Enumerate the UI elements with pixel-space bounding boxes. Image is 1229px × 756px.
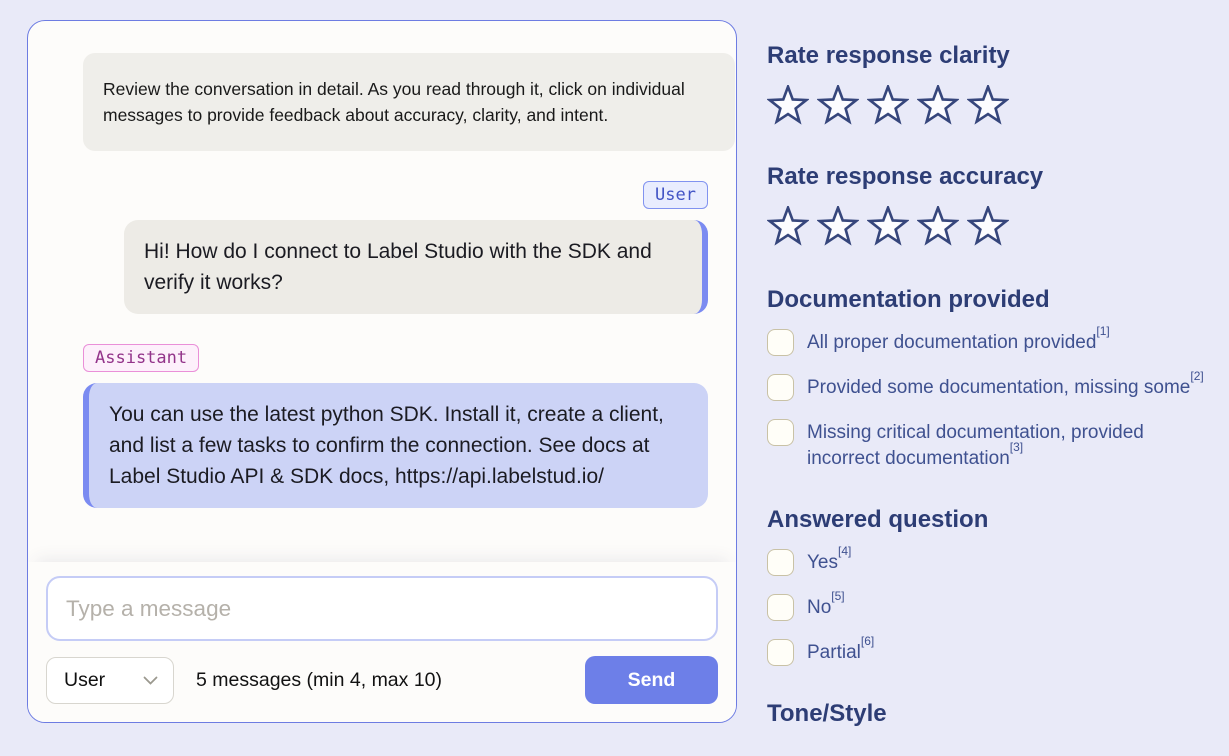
choice-group-title: Documentation provided — [767, 286, 1219, 313]
checkbox[interactable] — [767, 549, 794, 576]
star-icon[interactable] — [817, 206, 859, 248]
star-icon[interactable] — [917, 206, 959, 248]
star-icon[interactable] — [967, 206, 1009, 248]
message-role-badge: Assistant — [83, 344, 199, 372]
system-prompt: Review the conversation in detail. As yo… — [83, 53, 735, 151]
choice-option[interactable]: Missing critical documentation, provided… — [767, 419, 1219, 472]
chat-turn: User Hi! How do I connect to Label Studi… — [56, 181, 708, 314]
send-button[interactable]: Send — [585, 656, 718, 704]
message-count: 5 messages (min 4, max 10) — [196, 669, 442, 692]
choice-label: Yes[4] — [807, 549, 851, 576]
chat-message-list: Review the conversation in detail. As yo… — [28, 21, 736, 562]
checkbox[interactable] — [767, 639, 794, 666]
rating-sections: Rate response clarity Rate response accu… — [767, 42, 1219, 248]
choice-group: Tone/Style — [767, 700, 1219, 727]
star-icon[interactable] — [867, 206, 909, 248]
star-rating — [767, 206, 1219, 248]
rating-group: Rate response accuracy — [767, 163, 1219, 248]
choice-options: Yes[4] No[5] Partial[6] — [767, 549, 1219, 666]
choice-label: Partial[6] — [807, 639, 874, 666]
choice-label: No[5] — [807, 594, 845, 621]
role-select-value: User — [64, 669, 105, 692]
rating-title: Rate response accuracy — [767, 163, 1219, 190]
choice-label: All proper documentation provided[1] — [807, 329, 1110, 356]
rating-title: Rate response clarity — [767, 42, 1219, 69]
checkbox[interactable] — [767, 329, 794, 356]
annotation-panel: Rate response clarity Rate response accu… — [767, 42, 1219, 727]
checkbox[interactable] — [767, 419, 794, 446]
choice-option[interactable]: All proper documentation provided[1] — [767, 329, 1219, 356]
choice-option[interactable]: Provided some documentation, missing som… — [767, 374, 1219, 401]
chat-panel: Review the conversation in detail. As yo… — [27, 20, 737, 723]
choice-sections: Documentation provided All proper docume… — [767, 286, 1219, 727]
star-icon[interactable] — [917, 85, 959, 127]
composer-toolbar: User 5 messages (min 4, max 10) Send — [46, 656, 718, 704]
choice-group-title: Tone/Style — [767, 700, 1219, 727]
star-icon[interactable] — [967, 85, 1009, 127]
choice-option[interactable]: No[5] — [767, 594, 1219, 621]
checkbox[interactable] — [767, 594, 794, 621]
role-badge-row: Assistant — [83, 344, 708, 372]
choice-options: All proper documentation provided[1] Pro… — [767, 329, 1219, 472]
choice-group: Documentation provided All proper docume… — [767, 286, 1219, 472]
star-icon[interactable] — [817, 85, 859, 127]
role-badge-row: User — [56, 181, 708, 209]
star-icon[interactable] — [767, 206, 809, 248]
star-icon[interactable] — [867, 85, 909, 127]
checkbox[interactable] — [767, 374, 794, 401]
chevron-down-icon — [143, 676, 158, 685]
chat-turn: Assistant You can use the latest python … — [56, 344, 708, 508]
choice-option[interactable]: Yes[4] — [767, 549, 1219, 576]
composer: User 5 messages (min 4, max 10) Send — [28, 562, 736, 722]
choice-label: Provided some documentation, missing som… — [807, 374, 1204, 401]
choice-group: Answered question Yes[4] No[5] Partial[6… — [767, 506, 1219, 666]
labeling-workspace: Review the conversation in detail. As yo… — [0, 0, 1229, 756]
star-icon[interactable] — [767, 85, 809, 127]
chat-message-bubble[interactable]: You can use the latest python SDK. Insta… — [83, 383, 708, 508]
star-rating — [767, 85, 1219, 127]
message-role-badge: User — [643, 181, 708, 209]
rating-group: Rate response clarity — [767, 42, 1219, 127]
choice-option[interactable]: Partial[6] — [767, 639, 1219, 666]
choice-group-title: Answered question — [767, 506, 1219, 533]
message-input[interactable] — [46, 576, 718, 641]
choice-label: Missing critical documentation, provided… — [807, 419, 1207, 472]
role-select[interactable]: User — [46, 657, 174, 704]
chat-message-bubble[interactable]: Hi! How do I connect to Label Studio wit… — [124, 220, 708, 314]
